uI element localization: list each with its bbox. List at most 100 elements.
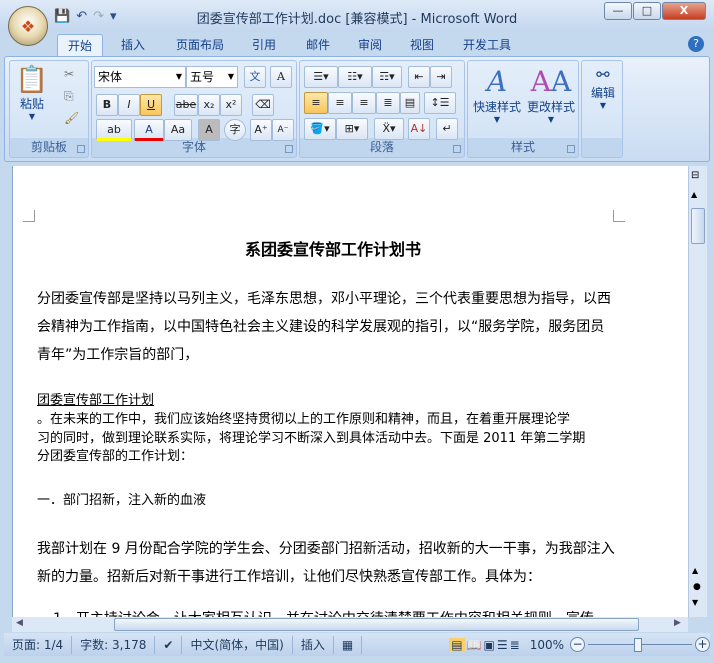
word-count[interactable]: 字数: 3,178 (72, 635, 156, 654)
cut-icon[interactable]: ✂ (64, 67, 74, 81)
align-center-icon[interactable]: ≡ (328, 92, 352, 114)
maximize-button[interactable]: □ (633, 2, 661, 20)
clipboard-group: 📋 粘贴 ▼ ✂ ⎘ 🖌 剪贴板 (9, 60, 89, 158)
prev-page-icon[interactable]: ▲ (692, 566, 698, 575)
shading-icon[interactable]: 🪣▾ (304, 118, 336, 140)
office-button[interactable]: ❖ (8, 6, 48, 46)
redo-icon[interactable]: ↷ (93, 9, 104, 24)
scroll-right-icon[interactable]: ▶ (674, 618, 681, 628)
tab-references[interactable]: 引用 (242, 34, 286, 56)
styles-launcher[interactable] (567, 145, 575, 153)
tab-page-layout[interactable]: 页面布局 (165, 34, 235, 56)
undo-icon[interactable]: ↶ (76, 9, 87, 24)
paste-button[interactable]: 📋 粘贴 ▼ (14, 65, 50, 121)
hscroll-thumb[interactable] (114, 618, 639, 631)
distributed-icon[interactable]: ▤ (400, 92, 420, 114)
section-heading: 团委宣传部工作计划 (37, 393, 155, 408)
scroll-thumb[interactable] (691, 208, 705, 244)
italic-button[interactable]: I (118, 94, 140, 116)
phonetic-guide-button[interactable]: 文 (244, 66, 266, 88)
sort-icon[interactable]: A↓ (408, 118, 430, 140)
editing-button[interactable]: ⚯ 编辑 ▼ (584, 65, 622, 110)
format-painter-icon[interactable]: 🖌 (64, 111, 79, 125)
vertical-scrollbar[interactable]: ⊟ ▲ ▲ ● ▼ (688, 166, 707, 617)
change-styles-button[interactable]: AA 更改样式 ▼ (524, 65, 578, 124)
tab-home[interactable]: 开始 (57, 34, 103, 56)
change-styles-icon: AA (530, 65, 572, 98)
strikethrough-button[interactable]: abe (174, 94, 198, 116)
next-page-icon[interactable]: ▼ (692, 598, 698, 607)
web-layout-icon[interactable]: ▣ (484, 638, 495, 652)
tab-view[interactable]: 视图 (400, 34, 444, 56)
justify-icon[interactable]: ≣ (376, 92, 400, 114)
char-border-button[interactable]: A (270, 66, 292, 88)
paste-icon: 📋 (15, 65, 49, 95)
paragraph-label: 段落 (369, 140, 394, 154)
quick-styles-button[interactable]: A 快速样式 ▼ (470, 65, 524, 124)
increase-indent-icon[interactable]: ⇥ (430, 66, 452, 88)
help-icon[interactable]: ? (688, 36, 704, 52)
clear-formatting-icon[interactable]: ⌫ (252, 94, 274, 116)
bold-button[interactable]: B (96, 94, 118, 116)
paragraph-line: 。在未来的工作中，我们应该始终坚持贯彻以上的工作原则和精神，而且，在着重开展理论… (37, 412, 571, 427)
bullets-icon[interactable]: ☰▾ (304, 66, 338, 88)
outline-icon[interactable]: ☰ (497, 638, 508, 652)
browse-object-icon[interactable]: ● (693, 582, 701, 592)
zoom-slider[interactable]: − + (570, 636, 710, 654)
align-left-icon[interactable]: ≡ (304, 92, 328, 114)
scroll-up-icon[interactable]: ▲ (691, 190, 697, 199)
numbering-icon[interactable]: ☷▾ (338, 66, 372, 88)
decrease-indent-icon[interactable]: ⇤ (408, 66, 430, 88)
borders-icon[interactable]: ⊞▾ (336, 118, 368, 140)
align-right-icon[interactable]: ≡ (352, 92, 376, 114)
show-marks-icon[interactable]: ↵ (436, 118, 458, 140)
styles-group: A 快速样式 ▼ AA 更改样式 ▼ 样式 (467, 60, 579, 158)
tab-developer[interactable]: 开发工具 (455, 34, 519, 56)
font-launcher[interactable] (285, 145, 293, 153)
save-icon[interactable]: 💾 (54, 9, 70, 24)
subscript-button[interactable]: x₂ (198, 94, 220, 116)
zoom-level[interactable]: 100% (524, 638, 570, 652)
ruler-toggle-icon[interactable]: ⊟ (691, 170, 699, 181)
minimize-button[interactable]: — (604, 2, 632, 20)
binoculars-icon: ⚯ (596, 65, 610, 84)
quick-styles-icon: A (486, 65, 508, 98)
tab-insert[interactable]: 插入 (110, 34, 156, 56)
paragraph-launcher[interactable] (453, 145, 461, 153)
tab-review[interactable]: 审阅 (348, 34, 392, 56)
font-name-combo[interactable]: 宋体 ▼ (94, 66, 186, 88)
proofing-icon[interactable]: ✔ (155, 635, 183, 654)
editing-group: ⚯ 编辑 ▼ (581, 60, 623, 158)
macro-record-icon[interactable]: ▦ (334, 635, 363, 654)
close-button[interactable]: X (662, 2, 706, 20)
full-reading-icon[interactable]: 📖 (467, 638, 482, 652)
ribbon: 📋 粘贴 ▼ ✂ ⎘ 🖌 剪贴板 宋体 ▼ 五号 ▼ 文 A B I U abe x₂… (4, 56, 710, 162)
zoom-out-icon[interactable]: − (570, 636, 585, 652)
page-count[interactable]: 页面: 1/4 (4, 635, 73, 654)
margin-mark (23, 210, 35, 222)
document-title: 系团委宣传部工作计划书 (244, 240, 421, 259)
copy-icon[interactable]: ⎘ (64, 89, 74, 104)
print-layout-icon[interactable]: ▤ (449, 637, 465, 652)
line-spacing-icon[interactable]: ↕☰ (424, 92, 456, 114)
paragraph-line: 1．开主持讨论会，让大家相互认识，并在讨论中交待清楚要工作内容和相关规则，宣传 (53, 608, 594, 617)
zoom-thumb[interactable] (634, 637, 642, 652)
tab-mailings[interactable]: 邮件 (296, 34, 340, 56)
draft-icon[interactable]: ≣ (510, 638, 520, 652)
customize-qat-icon[interactable]: ▾ (110, 9, 117, 24)
zoom-in-icon[interactable]: + (695, 636, 710, 652)
language-indicator[interactable]: 中文(简体，中国) (182, 635, 293, 654)
underline-button[interactable]: U (140, 94, 162, 116)
ribbon-tabs: 开始 插入 页面布局 引用 邮件 审阅 视图 开发工具 ? (0, 32, 714, 56)
horizontal-scrollbar[interactable]: ◀ ▶ (12, 617, 688, 632)
chinese-layout-icon[interactable]: Ẍ▾ (374, 118, 404, 140)
paragraph-line: 新的力量。招新后对新干事进行工作培训，让他们尽快熟悉宣传部工作。具体为： (37, 569, 541, 585)
clipboard-launcher[interactable] (77, 145, 85, 153)
font-size-combo[interactable]: 五号 ▼ (186, 66, 238, 88)
margin-mark (613, 210, 625, 222)
superscript-button[interactable]: x² (220, 94, 242, 116)
scroll-left-icon[interactable]: ◀ (16, 618, 23, 628)
document-page[interactable]: 系团委宣传部工作计划书 分团委宣传部是坚持以马列主义，毛泽东思想，邓小平理论，三… (12, 166, 688, 617)
insert-mode[interactable]: 插入 (293, 635, 334, 654)
multilevel-list-icon[interactable]: ☶▾ (372, 66, 402, 88)
